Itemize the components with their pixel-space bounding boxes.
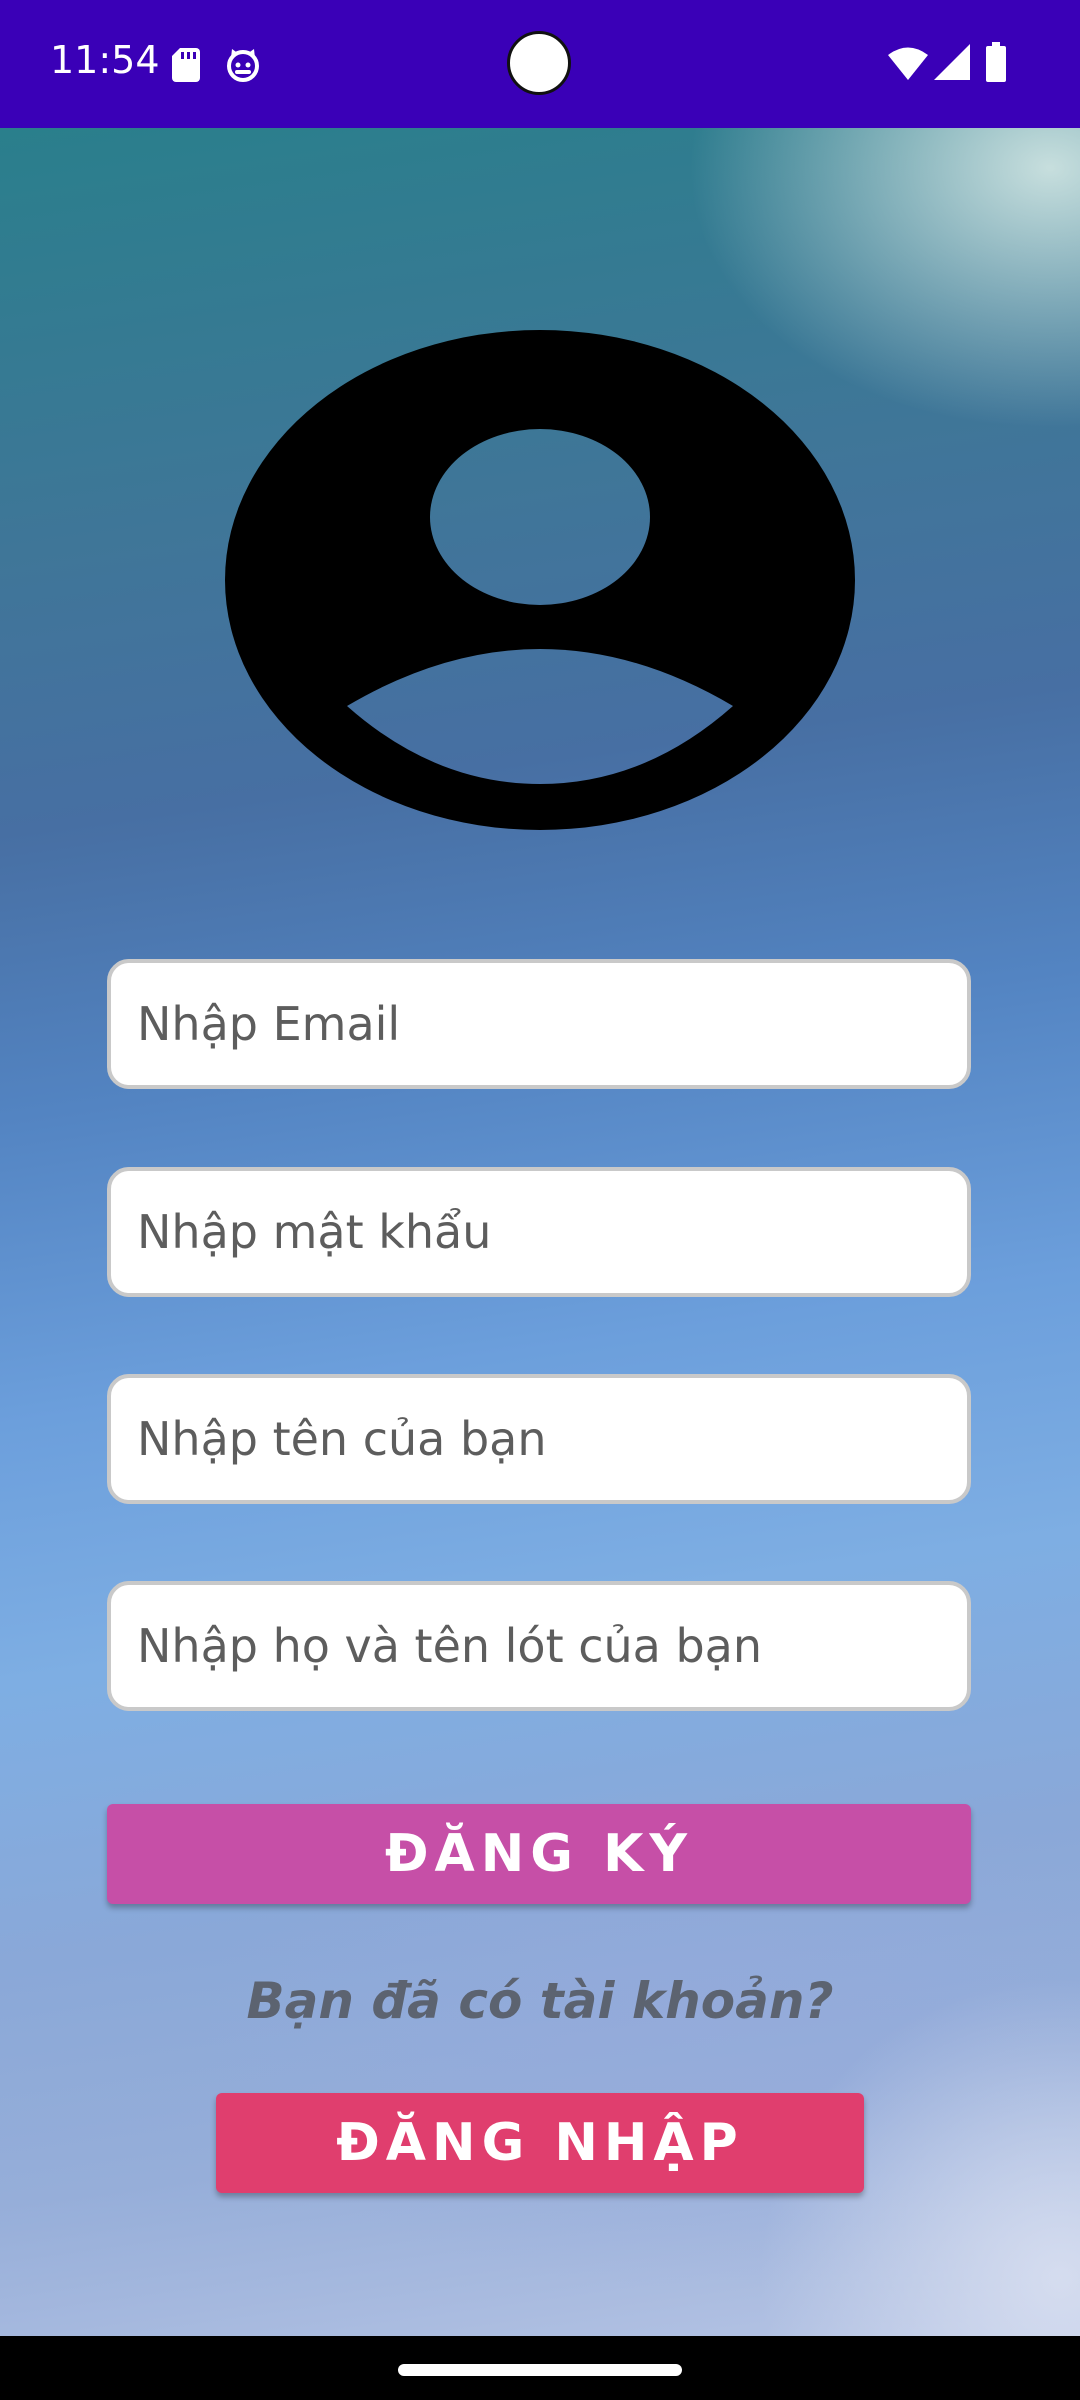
battery-icon <box>986 42 1006 82</box>
email-field[interactable]: Nhập Email <box>107 959 971 1089</box>
camera-cutout <box>507 31 571 95</box>
first-name-placeholder: Nhập tên của bạn <box>137 1412 547 1466</box>
have-account-prompt: Bạn đã có tài khoản? <box>246 1972 834 2030</box>
register-screen: Nhập Email Nhập mật khẩu Nhập tên của bạ… <box>0 128 1080 2336</box>
register-button-label: ĐĂNG KÝ <box>384 1824 694 1884</box>
sd-card-icon <box>172 48 200 82</box>
login-button-label: ĐĂNG NHẬP <box>336 2113 744 2173</box>
status-bar: 11:54 <box>0 0 1080 128</box>
last-name-field[interactable]: Nhập họ và tên lót của bạn <box>107 1581 971 1711</box>
last-name-placeholder: Nhập họ và tên lót của bạn <box>137 1619 763 1673</box>
password-field[interactable]: Nhập mật khẩu <box>107 1167 971 1297</box>
password-placeholder: Nhập mật khẩu <box>137 1205 492 1259</box>
signal-icon <box>934 44 970 80</box>
person-circle-icon <box>225 330 855 830</box>
login-button[interactable]: ĐĂNG NHẬP <box>216 2093 864 2193</box>
home-gesture-handle[interactable] <box>398 2364 682 2376</box>
status-time: 11:54 <box>50 38 160 82</box>
cat-face-icon <box>227 49 259 82</box>
wifi-icon <box>888 47 928 80</box>
register-button[interactable]: ĐĂNG KÝ <box>107 1804 971 1904</box>
first-name-field[interactable]: Nhập tên của bạn <box>107 1374 971 1504</box>
email-placeholder: Nhập Email <box>137 997 401 1051</box>
